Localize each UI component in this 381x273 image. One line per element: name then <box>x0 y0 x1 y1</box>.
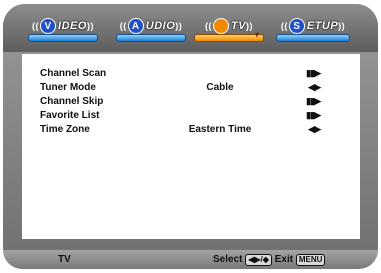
menu-item-label: Channel Scan <box>40 68 107 79</box>
select-label: Select <box>213 254 243 265</box>
tab-audio-label: UDIO <box>145 20 176 32</box>
menu-item-label: Channel Skip <box>40 96 104 107</box>
tab-setup-label: ETUP <box>306 20 339 32</box>
menu-item-value: Cable <box>206 82 234 93</box>
exit-label: Exit <box>274 254 294 265</box>
wave-right-icon: )) <box>175 21 183 31</box>
wave-left-icon: (( <box>119 21 127 31</box>
tab-setup-indicator <box>276 34 350 42</box>
wave-right-icon: )) <box>246 21 254 31</box>
tab-tv[interactable]: (( ● TV )) <box>186 16 272 42</box>
tv-dot-icon: ● <box>212 18 229 34</box>
source-label: TV <box>58 254 71 265</box>
wave-left-icon: (( <box>280 21 288 31</box>
menu-item-channel-skip[interactable]: Channel Skip ▮▮▶ <box>40 96 342 109</box>
left-right-arrow-icon: ◀▶ <box>308 82 321 92</box>
tab-setup[interactable]: (( S ETUP )) <box>268 16 358 42</box>
wave-right-icon: )) <box>86 21 94 31</box>
wave-left-icon: (( <box>204 21 212 31</box>
tab-audio-indicator <box>116 34 186 42</box>
enter-arrow-icon: ▮▮▶ <box>306 96 321 106</box>
menu-panel: Channel Scan ▮▮▶ Tuner Mode Cable ◀▶ Cha… <box>22 54 360 239</box>
tab-tv-label: TV <box>230 20 247 32</box>
navigate-key-icon: ◀▶/◆ <box>245 254 272 266</box>
menu-item-favorite-list[interactable]: Favorite List ▮▮▶ <box>40 110 342 123</box>
enter-arrow-icon: ▮▮▶ <box>306 68 321 78</box>
menu-item-channel-scan[interactable]: Channel Scan ▮▮▶ <box>40 68 342 81</box>
setup-letter-icon: S <box>288 18 305 34</box>
enter-arrow-icon: ▮▮▶ <box>306 110 321 120</box>
tab-video-label: IDEO <box>58 20 87 32</box>
menu-item-label: Time Zone <box>40 124 90 135</box>
tab-tv-indicator <box>194 30 264 42</box>
footer-hints: Select ◀▶/◆ Exit MENU <box>213 254 326 266</box>
audio-letter-icon: A <box>127 18 144 34</box>
wave-left-icon: (( <box>32 21 40 31</box>
tab-video[interactable]: (( V IDEO )) <box>20 16 106 42</box>
menu-item-time-zone[interactable]: Time Zone Eastern Time ◀▶ <box>40 124 342 137</box>
menu-item-label: Favorite List <box>40 110 100 121</box>
wave-right-icon: )) <box>338 21 346 31</box>
tab-audio[interactable]: (( A UDIO )) <box>108 16 194 42</box>
video-letter-icon: V <box>40 18 57 34</box>
menu-item-value: Eastern Time <box>188 124 252 135</box>
menu-item-tuner-mode[interactable]: Tuner Mode Cable ◀▶ <box>40 82 342 95</box>
menu-key-icon: MENU <box>295 254 326 266</box>
left-right-arrow-icon: ◀▶ <box>308 124 321 134</box>
tab-video-indicator <box>28 34 98 42</box>
menu-item-label: Tuner Mode <box>40 82 96 93</box>
